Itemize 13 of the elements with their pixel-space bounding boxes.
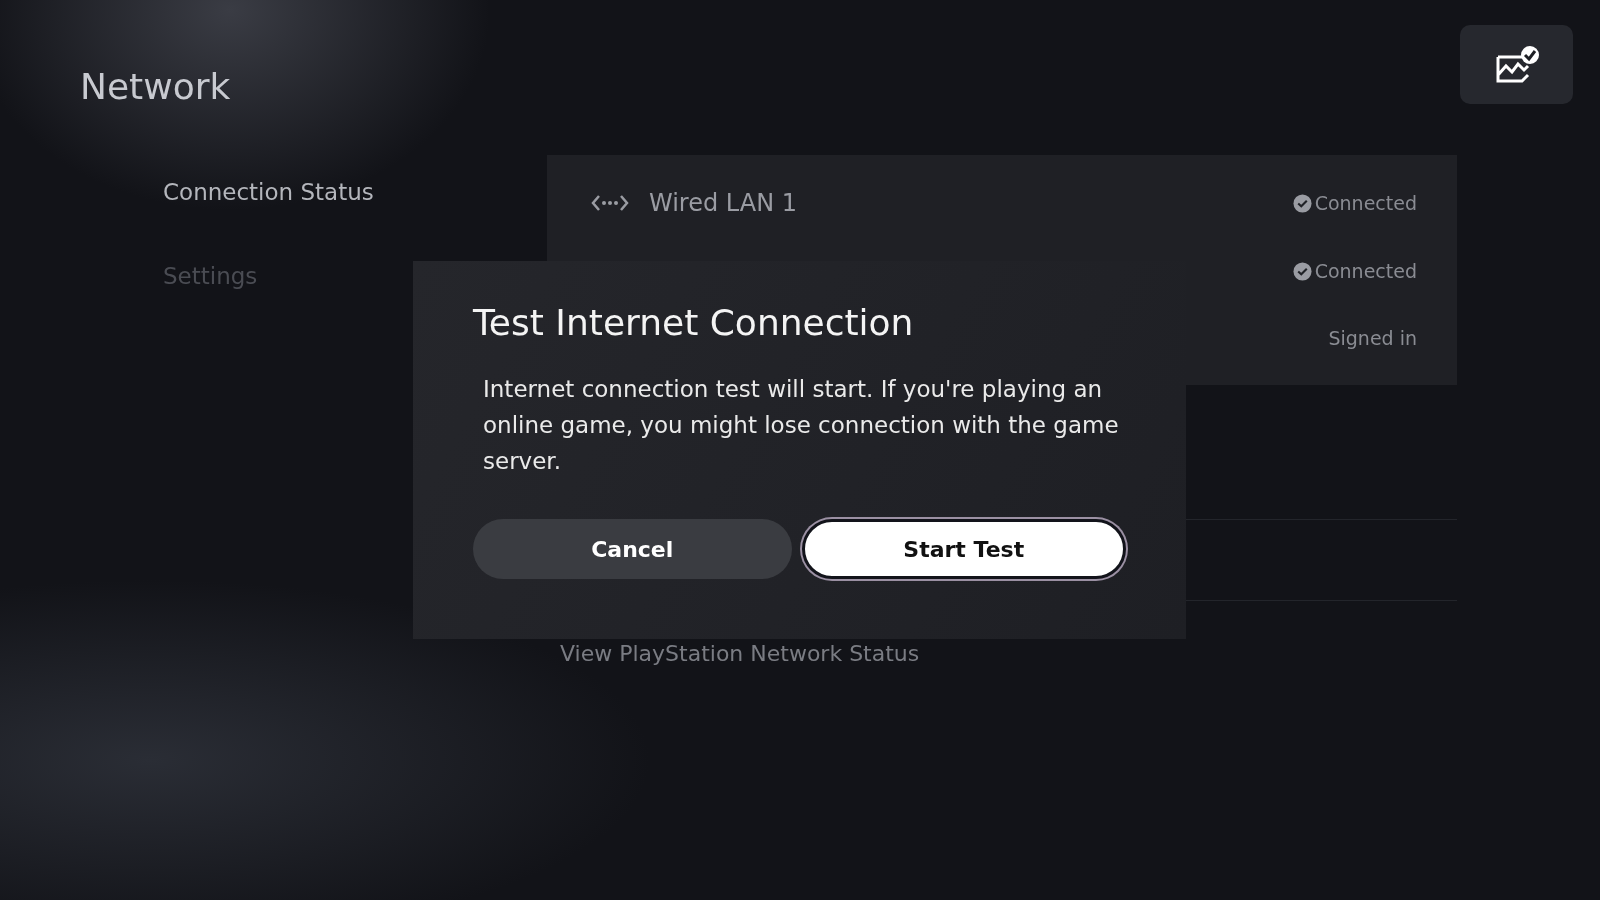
status-text: Signed in <box>1328 327 1417 349</box>
wired-connection-icon <box>591 193 629 213</box>
dialog-button[interactable]: Cancel <box>473 519 792 579</box>
dialog-message: Internet connection test will start. If you're playing an online game, you might lose connection with the game server. <box>483 375 1120 476</box>
page-title: Network <box>80 65 231 109</box>
connection-name: Wired LAN 1 <box>649 189 798 217</box>
network-status-link[interactable]: View PlayStation Network Status <box>547 641 920 666</box>
status-text: Connected <box>1314 260 1417 282</box>
status-text: Connected <box>1314 192 1417 214</box>
dialog-button[interactable]: Start Test <box>801 519 1126 579</box>
dialog-title: Test Internet Connection <box>473 301 915 345</box>
network-status-button[interactable] <box>1460 25 1573 104</box>
sidebar-item[interactable]: Connection Status <box>163 179 374 205</box>
